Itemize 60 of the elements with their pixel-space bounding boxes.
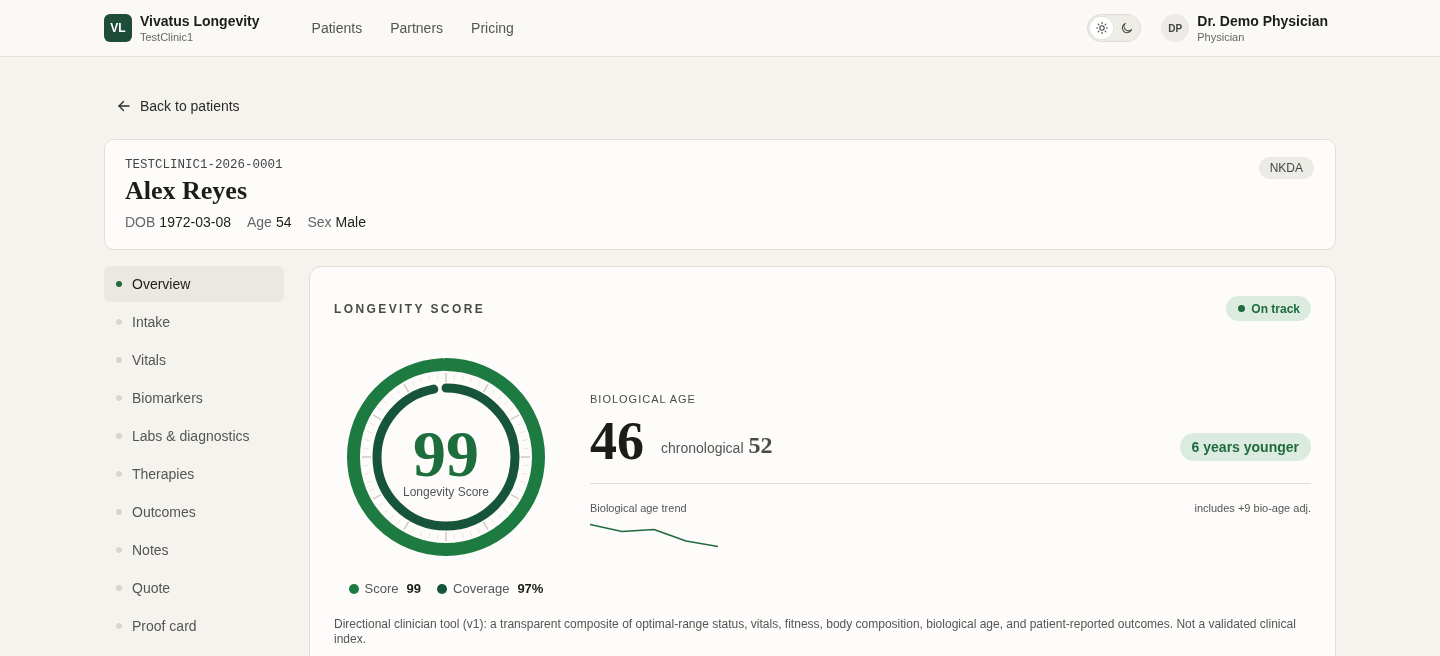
sidebar-item[interactable]: Biomarkers: [104, 380, 284, 416]
sidebar-item[interactable]: Therapies: [104, 456, 284, 492]
bullet-dot-icon: [116, 471, 122, 477]
field-label: Age: [246, 213, 272, 232]
user-avatar[interactable]: DP: [1161, 14, 1190, 42]
chronological-age: 52: [748, 431, 773, 459]
sidebar-item[interactable]: Notes: [104, 532, 284, 568]
nav-link[interactable]: Pricing: [471, 19, 514, 37]
sun-icon: [1095, 22, 1108, 34]
brand-name: Vivatus Longevity: [140, 12, 260, 30]
sidebar-item[interactable]: Proof card: [104, 608, 284, 644]
patient-id: TESTCLINIC1-2026-0001: [125, 157, 284, 174]
bullet-dot-icon: [116, 585, 122, 591]
legend-value: 99: [406, 581, 421, 597]
sidebar-item[interactable]: Vitals: [104, 342, 284, 378]
patient-name: Alex Reyes: [125, 176, 248, 206]
sidebar-item[interactable]: Overview: [104, 266, 284, 302]
bullet-dot-icon: [116, 433, 122, 439]
legend-label: Coverage: [453, 581, 510, 597]
back-link[interactable]: Back to patients: [104, 91, 254, 121]
field-label: Sex: [307, 213, 332, 232]
bullet-dot-icon: [116, 357, 122, 363]
legend-value: 97%: [517, 581, 544, 597]
field-value: 1972-03-08: [159, 213, 231, 232]
light-theme-button[interactable]: [1090, 17, 1114, 39]
status-dot-icon: [1238, 305, 1246, 312]
disclaimer-text: Directional clinician tool (v1): a transparent composite of optimal-range status, vitals, fitness, body composition, biological age, and patient-reported outcomes. Not a validated clinical index.: [334, 617, 1297, 647]
field-value: 54: [275, 213, 292, 232]
sidebar-item[interactable]: Labs & diagnostics: [104, 418, 284, 454]
trend-label: Biological age trend: [590, 501, 687, 515]
field-label: DOB: [125, 213, 156, 232]
user-role: Physician: [1197, 29, 1246, 44]
score-value: 99: [413, 422, 479, 485]
bullet-dot-icon: [116, 319, 122, 325]
bullet-dot-icon: [116, 281, 122, 287]
moon-icon: [1120, 22, 1133, 34]
score-label: Longevity Score: [402, 484, 490, 500]
bullet-dot-icon: [116, 509, 122, 515]
adjustment-note: includes +9 bio-age adj.: [1194, 501, 1311, 515]
sidebar-item[interactable]: Outcomes: [104, 494, 284, 530]
age-difference-badge: 6 years younger: [1179, 433, 1311, 461]
clinic-name: TestClinic1: [140, 29, 195, 44]
field-value: Male: [335, 213, 366, 232]
chronological-label: chronological: [661, 439, 744, 456]
allergy-badge: NKDA: [1258, 157, 1314, 179]
user-name: Dr. Demo Physician: [1197, 12, 1328, 30]
bullet-dot-icon: [116, 547, 122, 553]
bullet-dot-icon: [116, 623, 122, 629]
sidebar-item[interactable]: Quote: [104, 570, 284, 606]
brand-logo: VL: [104, 14, 132, 42]
sidebar-item[interactable]: Intake: [104, 304, 284, 340]
section-title: BIOLOGICAL AGE: [590, 392, 697, 406]
card-title: LONGEVITY SCORE: [334, 301, 486, 316]
status-label: On track: [1251, 301, 1300, 316]
nav-link[interactable]: Patients: [311, 19, 363, 37]
arrow-left-icon: [118, 100, 130, 112]
legend-label: Score: [364, 581, 399, 597]
nav-link[interactable]: Partners: [390, 19, 444, 37]
biological-age-value: 46: [590, 414, 644, 468]
bullet-dot-icon: [116, 395, 122, 401]
